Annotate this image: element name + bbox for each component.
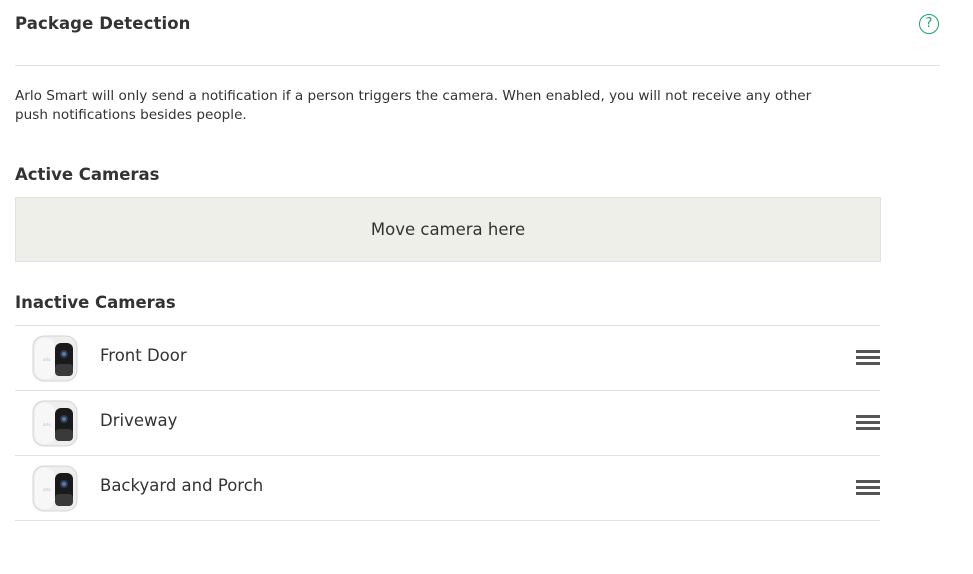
svg-text:arlo: arlo — [43, 357, 51, 362]
package-detection-page: Package Detection ? Arlo Smart will only… — [0, 0, 973, 574]
page-title: Package Detection — [15, 14, 191, 33]
active-cameras-heading: Active Cameras — [15, 165, 160, 184]
camera-name: Front Door — [100, 346, 187, 365]
svg-text:arlo: arlo — [43, 422, 51, 427]
inactive-camera-list: arlo Front Door arlo Driveway arlo Backy… — [15, 325, 880, 521]
camera-name: Backyard and Porch — [100, 476, 264, 495]
svg-text:arlo: arlo — [43, 487, 51, 492]
page-header: Package Detection ? — [15, 0, 940, 66]
inactive-cameras-heading: Inactive Cameras — [15, 293, 176, 312]
dropzone-text: Move camera here — [370, 220, 526, 239]
camera-row-front-door[interactable]: arlo Front Door — [15, 326, 880, 391]
camera-name: Driveway — [100, 411, 178, 430]
drag-handle-icon[interactable] — [856, 480, 880, 496]
active-cameras-dropzone[interactable]: Move camera here — [15, 197, 881, 262]
camera-icon: arlo — [32, 400, 78, 447]
help-icon[interactable]: ? — [919, 14, 939, 34]
feature-description: Arlo Smart will only send a notification… — [15, 88, 812, 123]
drag-handle-icon[interactable] — [856, 350, 880, 366]
camera-icon: arlo — [32, 465, 78, 512]
camera-icon: arlo — [32, 335, 78, 382]
camera-row-driveway[interactable]: arlo Driveway — [15, 391, 880, 456]
camera-row-backyard-and-porch[interactable]: arlo Backyard and Porch — [15, 456, 880, 521]
drag-handle-icon[interactable] — [856, 415, 880, 431]
